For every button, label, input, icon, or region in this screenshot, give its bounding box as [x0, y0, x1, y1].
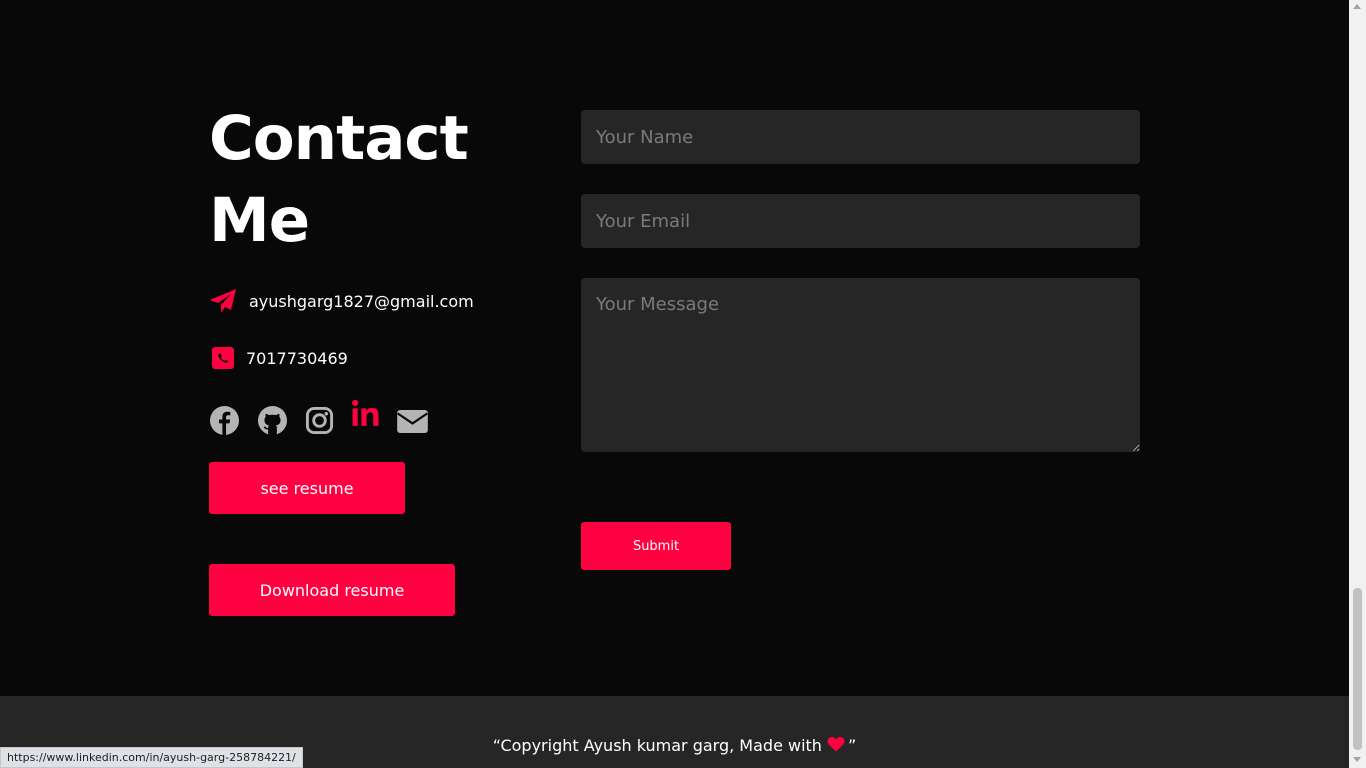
- scroll-up-arrow-icon[interactable]: [1353, 4, 1361, 9]
- page: Contact Me ayushgarg1827@gmail.com 70177…: [0, 0, 1349, 768]
- vertical-scrollbar[interactable]: [1349, 0, 1366, 768]
- scrollbar-thumb[interactable]: [1353, 588, 1362, 750]
- email-text: ayushgarg1827@gmail.com: [249, 291, 474, 311]
- heart-icon: [827, 736, 845, 756]
- see-resume-button[interactable]: see resume: [209, 462, 405, 514]
- download-resume-button[interactable]: Download resume: [209, 564, 455, 616]
- envelope-icon[interactable]: [397, 410, 428, 433]
- name-input[interactable]: [581, 110, 1140, 164]
- facebook-icon[interactable]: [209, 405, 240, 436]
- copyright-text: “Copyright Ayush kumar garg, Made with ”: [493, 723, 857, 768]
- contact-title-line2: Me: [209, 185, 310, 256]
- submit-button[interactable]: Submit: [581, 522, 731, 570]
- contact-title-line1: Contact: [209, 103, 469, 174]
- paper-plane-icon: [209, 287, 237, 315]
- phone-text: 7017730469: [246, 348, 348, 368]
- email-contact-row: ayushgarg1827@gmail.com: [209, 287, 474, 315]
- email-input[interactable]: [581, 194, 1140, 248]
- phone-contact-row: 7017730469: [209, 344, 348, 372]
- copyright-text-before: “Copyright Ayush kumar garg, Made with: [492, 736, 822, 755]
- linkedin-icon[interactable]: [351, 399, 380, 428]
- message-textarea[interactable]: [581, 278, 1140, 452]
- phone-square-icon: [209, 344, 237, 372]
- github-icon[interactable]: [257, 405, 288, 436]
- scroll-down-arrow-icon[interactable]: [1353, 757, 1361, 762]
- copyright-text-after: ”: [847, 736, 857, 755]
- instagram-icon[interactable]: [305, 406, 334, 435]
- contact-title: Contact Me: [209, 98, 529, 262]
- status-bar-link-url: https://www.linkedin.com/in/ayush-garg-2…: [0, 747, 303, 768]
